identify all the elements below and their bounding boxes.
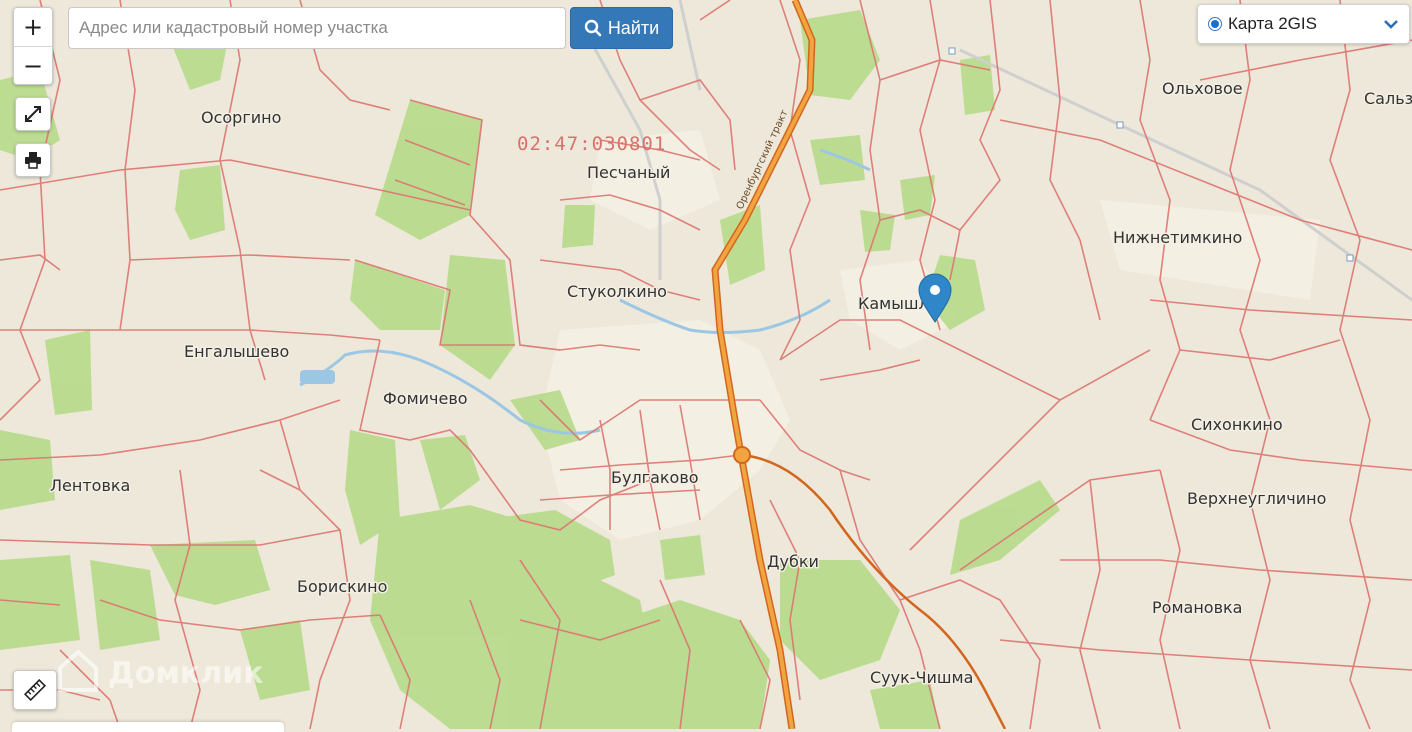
place-sikhonkino: Сихонкино [1191, 415, 1283, 434]
map-canvas[interactable]: Оренбургский тракт 02:47:030801 Осоргино… [0, 0, 1412, 729]
printer-icon [25, 152, 41, 169]
map-layer-select[interactable]: Карта 2GIS [1197, 4, 1410, 44]
place-lentovka: Лентовка [50, 476, 130, 495]
chevron-down-icon [1384, 20, 1398, 29]
place-romanovka: Романовка [1152, 598, 1242, 617]
expand-icon [25, 106, 41, 122]
find-button[interactable]: Найти [570, 7, 673, 49]
place-peschany: Песчаный [587, 163, 670, 182]
place-osorgino: Осоргино [201, 108, 281, 127]
measure-button[interactable] [13, 670, 57, 710]
place-dubki: Дубки [767, 552, 819, 571]
place-fomichevo: Фомичево [383, 389, 468, 408]
place-engalyshevo: Енгалышево [184, 342, 289, 361]
map-point [1346, 254, 1354, 262]
place-verkhneuglichino: Верхнеугличино [1187, 489, 1326, 508]
map-point [1116, 121, 1124, 129]
bottom-panel [12, 722, 284, 732]
fullscreen-button[interactable] [15, 97, 51, 131]
layer-selected-label: Карта 2GIS [1228, 14, 1317, 33]
place-kamyshly: Камышл [858, 294, 929, 313]
cadastral-block-number: 02:47:030801 [517, 133, 666, 155]
place-nizhnetimkino: Нижнетимкино [1113, 228, 1242, 247]
address-search-input[interactable] [68, 7, 566, 49]
map-point [948, 47, 956, 55]
zoom-out-button[interactable]: − [14, 46, 52, 84]
place-borisskino: Борискино [297, 577, 387, 596]
ruler-icon [24, 679, 46, 701]
print-button[interactable] [15, 143, 51, 177]
search-icon [584, 19, 602, 37]
place-olkhovoe: Ольховое [1162, 79, 1243, 98]
lake [300, 370, 335, 384]
zoom-control: + − [13, 7, 53, 85]
place-salz: Сальз [1364, 89, 1412, 108]
layer-radio[interactable] [1208, 17, 1222, 31]
place-bulgakovo: Булгаково [611, 468, 699, 487]
find-button-label: Найти [607, 17, 660, 38]
place-suuk-chishma: Суук-Чишма [870, 668, 973, 687]
zoom-in-button[interactable]: + [14, 8, 52, 46]
road-junction [733, 446, 751, 464]
place-stukolkino: Стуколкино [567, 282, 667, 301]
watermark-text: Домклик [108, 656, 264, 691]
